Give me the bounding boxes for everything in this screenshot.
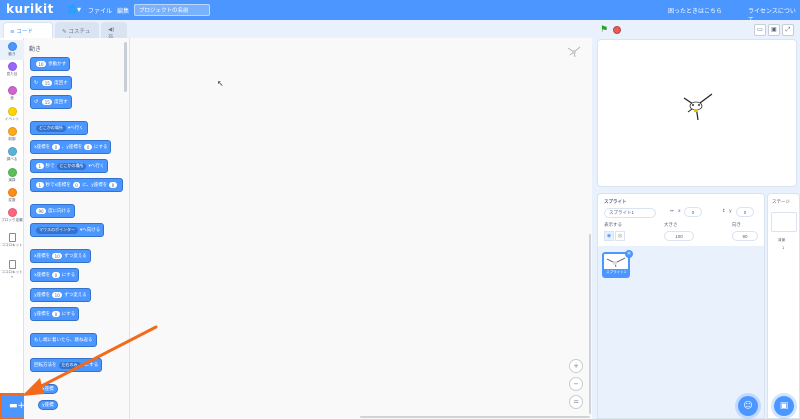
sound-dot-icon <box>7 86 17 95</box>
x-arrows-icon: ↔ <box>670 209 674 214</box>
block-x-reporter[interactable]: x座標 <box>38 384 58 394</box>
x-position-input[interactable] <box>684 207 702 217</box>
block-set-x[interactable]: x座標を 0 にする <box>30 268 80 282</box>
hide-sprite-button[interactable]: ◎ <box>615 231 625 241</box>
zoom-in-button[interactable]: + <box>569 359 583 373</box>
variables-dot-icon <box>7 188 17 197</box>
add-extension-icon: ▬+ <box>9 401 26 411</box>
tab-code[interactable]: ≡ コード <box>3 22 53 38</box>
y-arrows-icon: ↕ <box>722 209 726 214</box>
menu-help[interactable]: 困ったときはこちら <box>668 6 722 15</box>
add-extension-button[interactable]: ▬+ <box>0 393 26 419</box>
menu-bar: kurikit 🌐▾ ファイル 編集 困ったときはこちら ライセンスについて <box>0 0 800 24</box>
category-my-blocks[interactable]: ブロック定義 <box>0 208 24 223</box>
add-sprite-button[interactable]: ☺ <box>738 396 758 416</box>
kokorokit-plus-icon <box>8 260 16 269</box>
speaker-icon: ◀) <box>108 27 115 33</box>
workspace-horizontal-scrollbar[interactable] <box>360 416 590 418</box>
block-point-direction[interactable]: 90 度に向ける <box>30 204 75 218</box>
add-backdrop-button[interactable]: ▣ <box>774 396 794 416</box>
tab-sound[interactable]: ◀) 音 <box>101 22 127 41</box>
stage-selector-pane: ステージ 背景 1 ▣ <box>767 193 800 419</box>
block-rotation-style[interactable]: 回転方法を 左右のみ ▾ にする <box>30 358 103 372</box>
stop-icon[interactable] <box>613 26 621 34</box>
small-stage-button[interactable]: ▭ <box>754 24 766 36</box>
sprite-list: スプライト1 ✕ <box>598 246 764 418</box>
sprite-label: スプライト <box>604 200 627 205</box>
block-change-x[interactable]: x座標を 10 ずつ変える <box>30 249 91 263</box>
rotate-left-icon: ↺ <box>34 99 39 105</box>
category-variables[interactable]: 変数 <box>0 188 24 203</box>
direction-input[interactable] <box>732 231 758 241</box>
my-blocks-dot-icon <box>7 208 17 217</box>
block-palette: 動き 10 歩動かす ↻ 15 度回す ↺ 15 度回す どこかの場所 ▾ へ行く x座標を 0… <box>24 38 130 419</box>
block-y-reporter[interactable]: y座標 <box>38 400 58 410</box>
size-input[interactable] <box>664 231 694 241</box>
events-dot-icon <box>7 107 17 116</box>
looks-dot-icon <box>7 62 17 71</box>
category-control[interactable]: 制御 <box>0 127 24 142</box>
eye-icon: ◉ <box>606 233 612 239</box>
mouse-cursor-icon: ↖ <box>217 79 224 88</box>
block-goto[interactable]: どこかの場所 ▾ へ行く <box>30 121 88 135</box>
palette-scrollbar[interactable] <box>124 42 127 92</box>
block-move[interactable]: 10 歩動かす <box>30 57 71 71</box>
sprite-thumbnail <box>606 257 626 268</box>
sprite-on-stage[interactable] <box>678 90 718 124</box>
block-turn-left[interactable]: ↺ 15 度回す <box>30 95 72 109</box>
sprite-info-pane: スプライト ↔ x ↕ y 表示する ◉ ◎ 大きさ 向き スプライト1 ✕ ☺ <box>597 193 765 419</box>
trash-icon: ✕ <box>626 251 632 257</box>
motion-dot-icon <box>7 42 17 51</box>
rotate-right-icon: ↻ <box>34 80 39 86</box>
block-change-y[interactable]: y座標を 10 ずつ変える <box>30 288 91 302</box>
stage-header: ⚑ ▭ ▣ ⤢ <box>596 22 800 38</box>
workspace-vertical-scrollbar[interactable] <box>589 234 591 414</box>
control-dot-icon <box>7 127 17 136</box>
green-flag-icon[interactable]: ⚑ <box>600 25 608 35</box>
category-menu: 動き 見た目 音 イベント 制御 調べる 演算 変数 ブロック定義 ココロキット… <box>0 38 24 419</box>
sprite-watermark-icon <box>567 46 581 58</box>
category-kokorokit-plus[interactable]: ココロキット+ <box>0 260 24 279</box>
normal-stage-button[interactable]: ▣ <box>768 24 780 36</box>
block-goto-xy[interactable]: x座標を 0 、y座標を 0 にする <box>30 140 112 154</box>
y-position-input[interactable] <box>736 207 754 217</box>
category-sound[interactable]: 音 <box>0 86 24 101</box>
stage-canvas[interactable] <box>597 39 797 187</box>
block-glide[interactable]: 1 秒で どこかの場所 ▾ へ行く <box>30 159 109 173</box>
app-logo[interactable]: kurikit <box>6 2 54 16</box>
category-kokorokit[interactable]: ココロキット <box>0 233 24 248</box>
show-sprite-button[interactable]: ◉ <box>604 231 614 241</box>
palette-heading: 動き <box>29 46 42 53</box>
cat-icon: ☺ <box>743 401 753 411</box>
image-icon: ▣ <box>779 401 789 411</box>
editor-tabs: ≡ コード ✎ コスチューム ◀) 音 <box>0 22 130 43</box>
menu-file[interactable]: ファイル <box>88 6 112 15</box>
project-title-input[interactable] <box>134 4 210 16</box>
sprite-name-input[interactable] <box>604 208 656 218</box>
eye-off-icon: ◎ <box>617 233 623 239</box>
category-events[interactable]: イベント <box>0 107 24 122</box>
zoom-out-button[interactable]: − <box>569 377 583 391</box>
block-bounce[interactable]: もし端に着いたら、跳ね返る <box>30 333 97 347</box>
stage-thumbnail[interactable] <box>771 212 797 232</box>
block-turn-right[interactable]: ↻ 15 度回す <box>30 76 72 90</box>
category-sensing[interactable]: 調べる <box>0 147 24 162</box>
sprite-tile[interactable]: スプライト1 ✕ <box>602 250 633 278</box>
block-glide-xy[interactable]: 1 秒でx座標を 0 に、y座標を 0 <box>30 178 123 192</box>
zoom-reset-button[interactable]: = <box>569 395 583 409</box>
block-point-towards[interactable]: マウスのポインター ▾ へ向ける <box>30 223 105 237</box>
tab-costume[interactable]: ✎ コスチューム <box>55 22 99 43</box>
operators-dot-icon <box>7 168 17 177</box>
menu-edit[interactable]: 編集 <box>117 6 129 15</box>
script-workspace[interactable]: ↖ + − = <box>130 38 592 419</box>
category-motion[interactable]: 動き <box>0 40 24 60</box>
fullscreen-button[interactable]: ⤢ <box>782 24 794 36</box>
kokorokit-icon <box>8 233 16 242</box>
delete-sprite-button[interactable]: ✕ <box>625 250 633 258</box>
sensing-dot-icon <box>7 147 17 156</box>
category-operators[interactable]: 演算 <box>0 168 24 183</box>
globe-icon[interactable]: 🌐▾ <box>67 5 81 14</box>
category-looks[interactable]: 見た目 <box>0 62 24 77</box>
block-set-y[interactable]: y座標を 0 にする <box>30 307 80 321</box>
